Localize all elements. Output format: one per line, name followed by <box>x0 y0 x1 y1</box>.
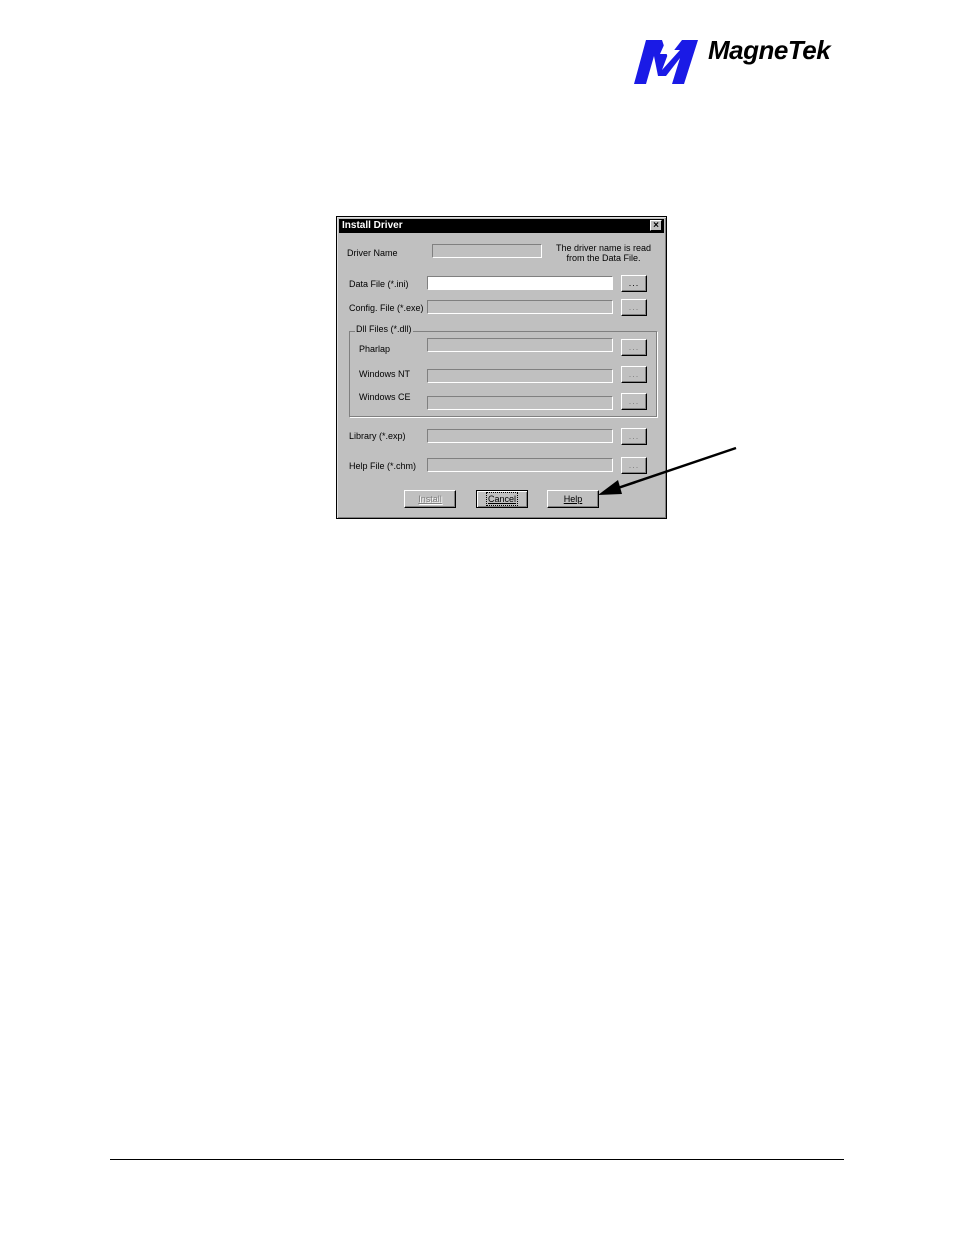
cancel-button-label: Cancel <box>485 492 519 506</box>
driver-name-note: The driver name is read from the Data Fi… <box>556 243 651 263</box>
library-label: Library (*.exp) <box>349 431 406 441</box>
help-button-label: Help <box>563 494 583 504</box>
cancel-button[interactable]: Cancel <box>476 490 528 508</box>
footer-rule <box>110 1159 844 1160</box>
library-input <box>427 429 613 443</box>
help-button[interactable]: Help <box>547 490 599 508</box>
windows-nt-input <box>427 369 613 383</box>
windows-ce-input <box>427 396 613 410</box>
close-icon[interactable]: × <box>650 220 662 231</box>
pharlap-label: Pharlap <box>359 344 391 354</box>
callout-arrow <box>598 446 737 495</box>
config-file-label: Config. File (*.exe) <box>349 303 424 313</box>
driver-name-label: Driver Name <box>347 248 398 258</box>
driver-name-note-line2: from the Data File. <box>566 253 641 263</box>
logo-wordmark: MagneTek <box>708 35 831 65</box>
windows-nt-browse-button[interactable]: ... <box>621 366 647 383</box>
windows-ce-browse-button[interactable]: ... <box>621 393 647 410</box>
data-file-input[interactable] <box>427 276 613 290</box>
install-button[interactable]: Install <box>404 490 456 508</box>
config-file-input <box>427 300 613 314</box>
driver-name-field <box>432 244 542 258</box>
dll-files-group-label: Dll Files (*.dll) <box>355 324 413 334</box>
help-file-label: Help File (*.chm) <box>349 461 417 471</box>
data-file-label: Data File (*.ini) <box>349 279 409 289</box>
install-button-label: Install <box>418 494 442 504</box>
pharlap-browse-button[interactable]: ... <box>621 339 647 356</box>
help-file-input <box>427 458 613 472</box>
library-browse-button[interactable]: ... <box>621 428 647 445</box>
pharlap-input <box>427 338 613 352</box>
dialog-title: Install Driver <box>342 220 403 231</box>
windows-ce-label: Windows CE <box>359 392 411 402</box>
dialog-titlebar: Install Driver × <box>339 219 664 233</box>
config-file-browse-button[interactable]: ... <box>621 299 647 316</box>
driver-name-note-line1: The driver name is read <box>556 243 652 253</box>
data-file-browse-button[interactable]: ... <box>621 275 647 292</box>
windows-nt-label: Windows NT <box>359 369 411 379</box>
